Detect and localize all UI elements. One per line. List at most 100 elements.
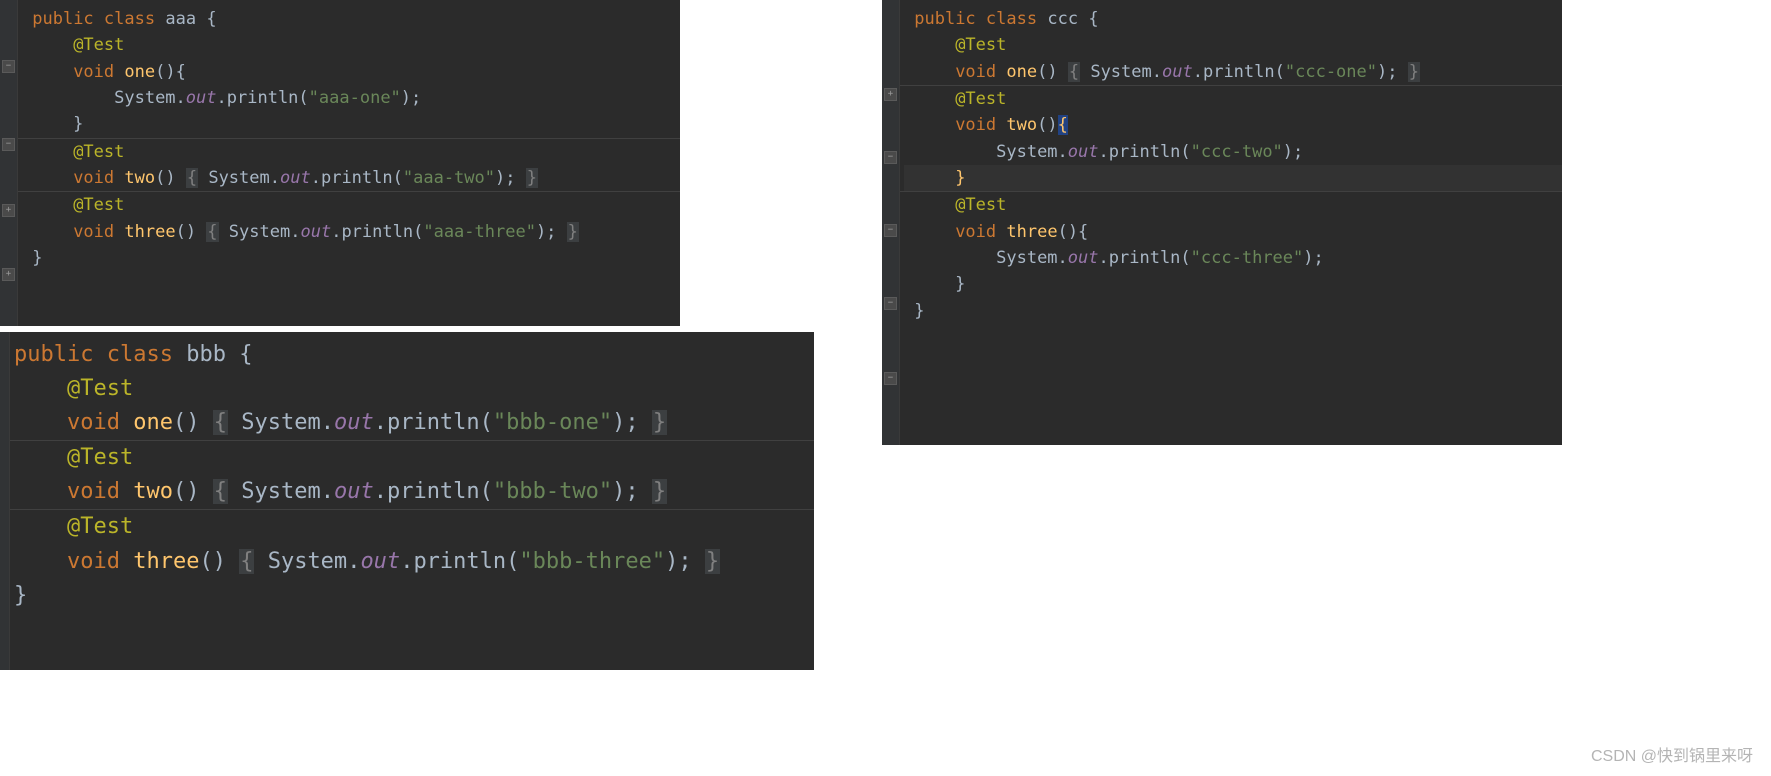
gutter: + − − − − [882,0,900,445]
keyword: void [73,168,114,188]
field-out: out [1162,62,1193,82]
keyword: void [67,479,120,504]
method-name: two [124,168,155,188]
code-line[interactable]: void three() { System.out.println("bbb-t… [14,545,814,579]
keyword: void [67,549,120,574]
folded-brace[interactable]: } [567,222,579,242]
code-line[interactable]: System.out.println("ccc-two"); [904,139,1562,165]
string-literal: "bbb-two" [493,479,612,504]
fold-plus-icon[interactable]: + [2,204,15,217]
method-call: println [321,168,393,188]
folded-brace[interactable]: { [213,410,228,435]
code-line[interactable]: void two(){ [904,112,1562,138]
code-line[interactable]: @Test [904,32,1562,58]
identifier: System [1090,62,1151,82]
string-literal: "ccc-one" [1285,62,1377,82]
code-editor-bbb[interactable]: public class bbb { @Test void one() { Sy… [0,332,814,670]
method-name: one [133,410,173,435]
keyword: public [914,9,975,29]
folded-brace[interactable]: { [206,222,218,242]
keyword: void [955,62,996,82]
code-line[interactable]: void one() { System.out.println("bbb-one… [14,406,814,440]
keyword: void [955,115,996,135]
code-line[interactable]: public class aaa { [22,6,680,32]
folded-brace[interactable]: } [1408,62,1420,82]
folded-brace[interactable]: { [213,479,228,504]
folded-brace[interactable]: { [1068,62,1080,82]
code-line[interactable]: } [22,111,680,137]
fold-minus-icon[interactable]: − [884,297,897,310]
method-call: println [413,549,506,574]
annotation: @Test [67,514,133,539]
identifier: System [268,549,347,574]
fold-minus-icon[interactable]: − [884,224,897,237]
code-line[interactable]: public class ccc { [904,6,1562,32]
field-out: out [300,222,331,242]
code-line[interactable]: @Test [22,32,680,58]
brace-highlighted: { [1058,115,1068,135]
fold-plus-icon[interactable]: + [884,88,897,101]
code-line[interactable]: @Test [22,139,680,165]
code-line[interactable]: @Test [14,441,814,475]
field-out: out [1068,248,1099,268]
keyword: void [955,222,996,242]
code-line[interactable]: System.out.println("ccc-three"); [904,245,1562,271]
code-line[interactable]: @Test [14,372,814,406]
brace-match: } [955,168,965,188]
code-area[interactable]: public class aaa { @Test void one(){ Sys… [0,0,680,271]
code-editor-ccc[interactable]: + − − − − public class ccc { @Test void … [882,0,1562,445]
code-line[interactable]: @Test [14,510,814,544]
annotation: @Test [73,35,124,55]
code-line[interactable]: void one() { System.out.println("ccc-one… [904,59,1562,85]
code-area[interactable]: public class ccc { @Test void one() { Sy… [882,0,1562,324]
annotation: @Test [955,195,1006,215]
code-line[interactable]: } [14,579,814,613]
fold-minus-icon[interactable]: − [2,60,15,73]
code-line[interactable]: void two() { System.out.println("aaa-two… [22,165,680,191]
class-name: aaa [165,9,196,29]
field-out: out [1068,142,1099,162]
method-call: println [387,479,480,504]
code-line[interactable]: void three(){ [904,219,1562,245]
fold-minus-icon[interactable]: − [2,138,15,151]
fold-minus-icon[interactable]: − [884,372,897,385]
code-line[interactable]: void one(){ [22,59,680,85]
folded-brace[interactable]: { [186,168,198,188]
code-line[interactable]: @Test [904,86,1562,112]
code-line[interactable]: } [904,298,1562,324]
method-call: println [227,88,299,108]
keyword: void [73,222,114,242]
code-line[interactable]: @Test [904,192,1562,218]
code-line[interactable]: System.out.println("aaa-one"); [22,85,680,111]
code-line[interactable]: @Test [22,192,680,218]
code-line[interactable]: void two() { System.out.println("bbb-two… [14,475,814,509]
method-call: println [387,410,480,435]
method-name: two [1006,115,1037,135]
method-name: three [1006,222,1057,242]
fold-minus-icon[interactable]: − [884,151,897,164]
code-line[interactable]: } [22,245,680,271]
folded-brace[interactable]: } [652,410,667,435]
folded-brace[interactable]: } [652,479,667,504]
watermark-text: CSDN @快到锅里来呀 [1591,742,1753,766]
code-area[interactable]: public class bbb { @Test void one() { Sy… [0,332,814,613]
code-line[interactable]: void three() { System.out.println("aaa-t… [22,219,680,245]
folded-brace[interactable]: } [705,549,720,574]
annotation: @Test [955,35,1006,55]
fold-plus-icon[interactable]: + [2,268,15,281]
method-name: one [124,62,155,82]
field-out: out [360,549,400,574]
folded-brace[interactable]: } [526,168,538,188]
string-literal: "aaa-three" [423,222,536,242]
identifier: System [229,222,290,242]
code-line[interactable]: } [904,271,1562,297]
code-line[interactable]: public class bbb { [14,338,814,372]
annotation: @Test [73,195,124,215]
code-line[interactable]: } [904,165,1562,191]
keyword: public [14,342,93,367]
identifier: System [241,479,320,504]
method-name: three [133,549,199,574]
code-editor-aaa[interactable]: − − + + public class aaa { @Test void on… [0,0,680,326]
method-name: one [1006,62,1037,82]
folded-brace[interactable]: { [239,549,254,574]
